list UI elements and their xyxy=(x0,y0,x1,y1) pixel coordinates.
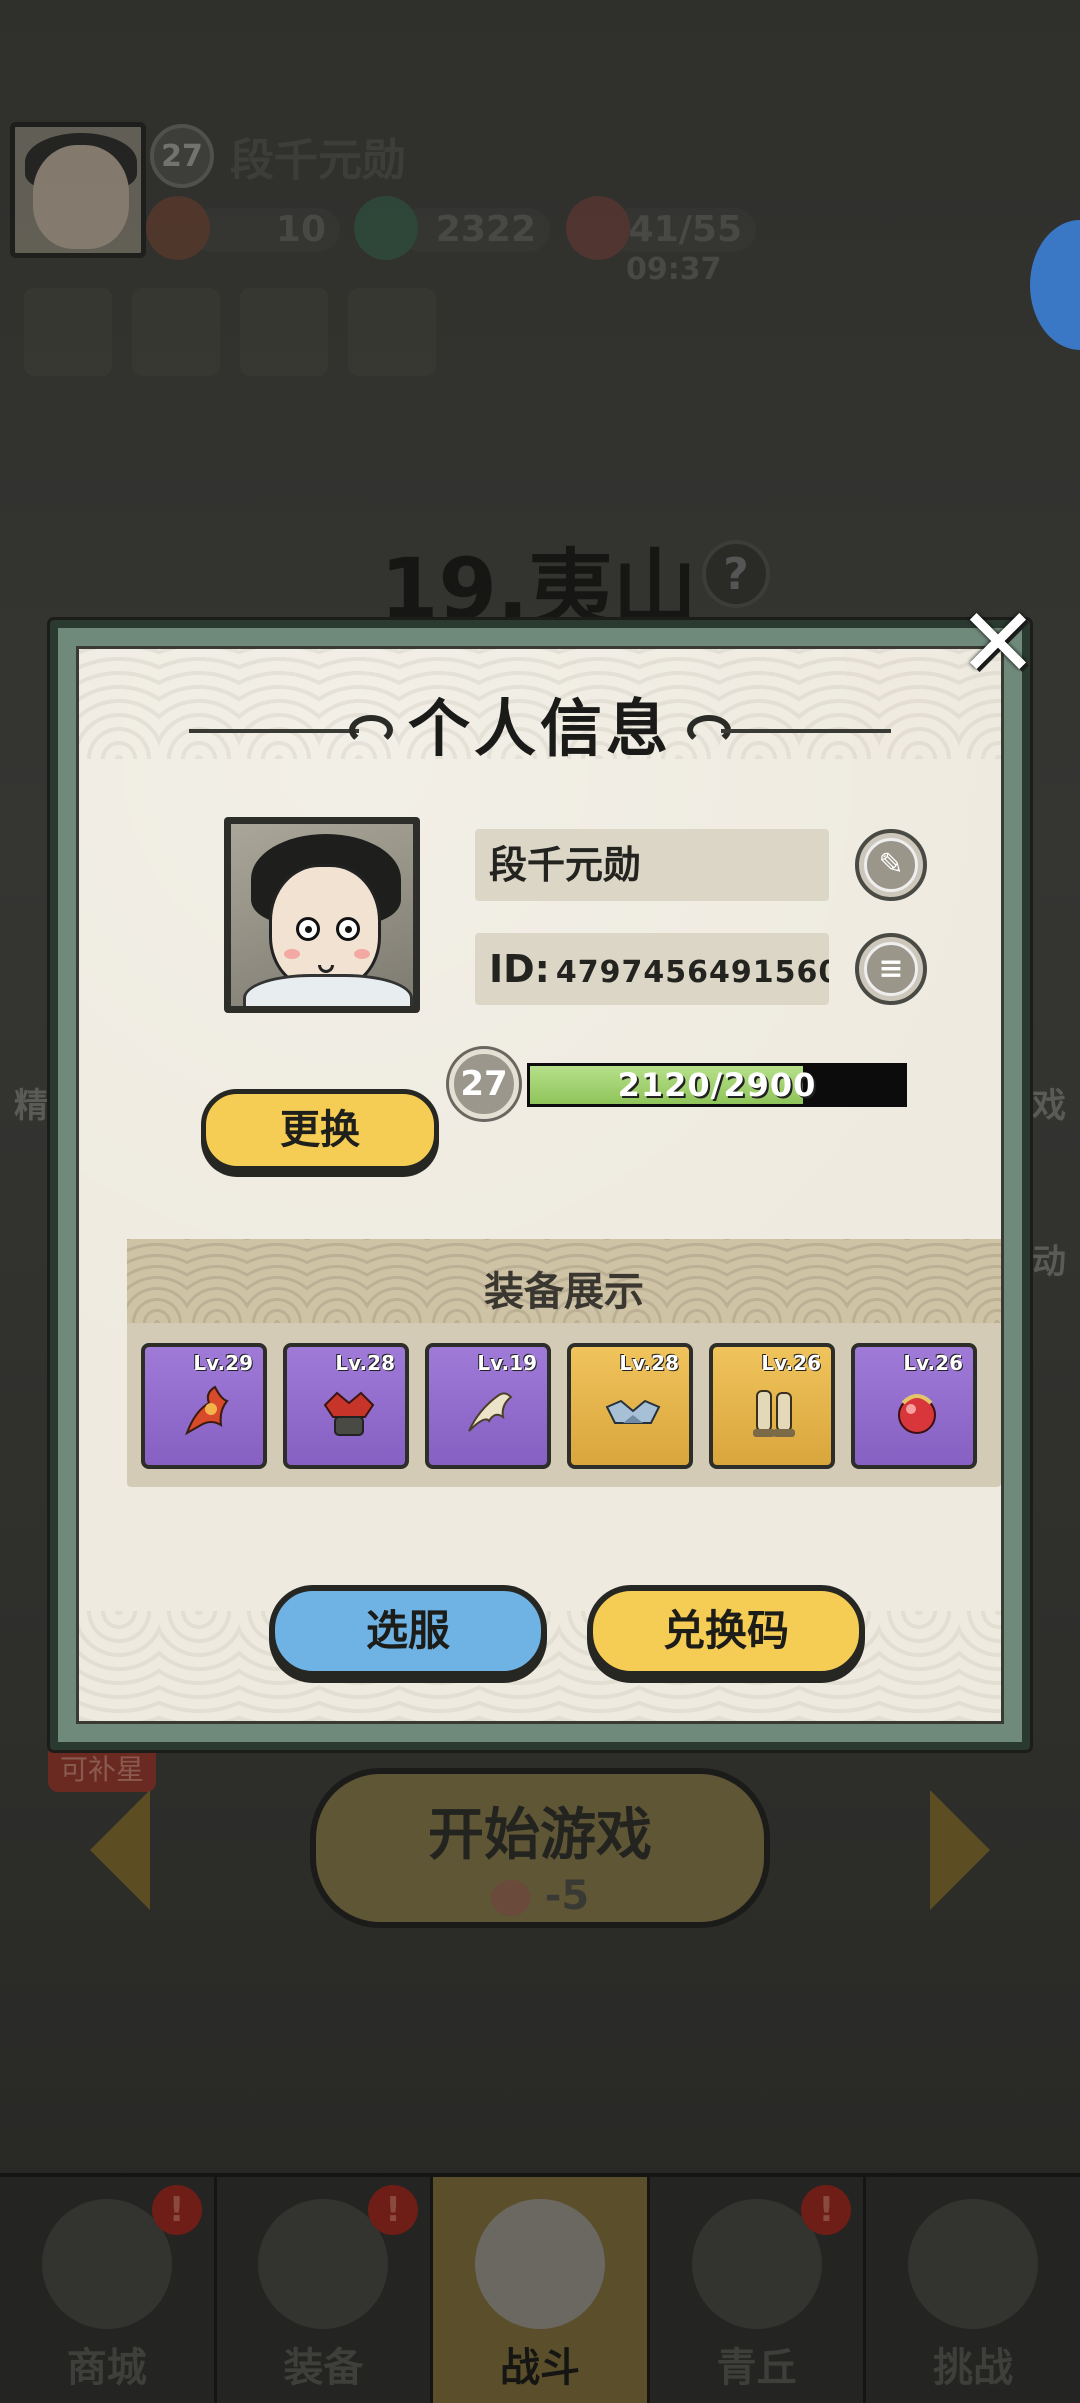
title-divider-right xyxy=(721,729,891,733)
nav-label-battle: 战斗 xyxy=(499,2345,580,2391)
stamina-timer: 09:37 xyxy=(626,252,722,287)
nav-item-battle[interactable]: 战斗 xyxy=(433,2177,650,2403)
copy-id-icon[interactable]: ≡ xyxy=(855,933,927,1005)
start-game-button[interactable]: 开始游戏 -5 xyxy=(310,1768,770,1928)
title-divider-left xyxy=(189,729,359,733)
brush-icon: ✎ xyxy=(864,838,918,892)
equipment-title: 装备展示 xyxy=(484,1269,644,1315)
resource-1-value: 10 xyxy=(190,208,340,252)
bottom-nav: 商城 ! 装备 ! 战斗 青丘 ! 挑战 xyxy=(0,2173,1080,2403)
id-label: ID: xyxy=(489,947,550,991)
equipment-slot-4[interactable]: Lv.28 xyxy=(567,1343,693,1469)
challenge-orb-icon xyxy=(908,2199,1039,2329)
next-stage-arrow[interactable] xyxy=(930,1790,990,1910)
stage-help-icon[interactable]: ? xyxy=(702,540,770,608)
equipment-level: Lv.19 xyxy=(477,1351,537,1375)
nav-label-challenge: 挑战 xyxy=(933,2345,1014,2391)
peach-cost-icon xyxy=(490,1880,531,1916)
nav-label-shop: 商城 xyxy=(66,2345,147,2391)
alert-badge: ! xyxy=(368,2185,419,2235)
equipment-level: Lv.28 xyxy=(619,1351,679,1375)
rename-brush-icon[interactable]: ✎ xyxy=(855,829,927,901)
start-game-cost: -5 xyxy=(316,1873,764,1919)
crimson-helmet-icon xyxy=(323,1391,375,1436)
player-name: 段千元勋 xyxy=(230,135,406,186)
nav-item-challenge[interactable]: 挑战 xyxy=(866,2177,1080,2403)
equipment-slot-1[interactable]: Lv.29 xyxy=(141,1343,267,1469)
nav-item-qingqiu[interactable]: 青丘 ! xyxy=(650,2177,867,2403)
profile-dialog: 个人信息 更换 段千元勋 ✎ ID:479745649156096 ≡ 27 xyxy=(50,595,1038,1750)
profile-level-badge: 27 xyxy=(449,1049,519,1119)
equipment-slot-6[interactable]: Lv.26 xyxy=(851,1343,977,1469)
profile-id-field: ID:479745649156096 xyxy=(475,933,829,1005)
equipment-level: Lv.29 xyxy=(193,1351,253,1375)
shop-icon xyxy=(41,2199,172,2329)
stamina-value: 41/55 xyxy=(610,208,756,252)
equipment-slot-3[interactable]: Lv.19 xyxy=(425,1343,551,1469)
profile-name-field: 段千元勋 xyxy=(475,829,829,901)
equipment-slot-2[interactable]: Lv.28 xyxy=(283,1343,409,1469)
peach-icon[interactable] xyxy=(566,196,630,260)
profile-portrait xyxy=(224,817,420,1013)
nav-item-equipment[interactable]: 装备 ! xyxy=(217,2177,434,2403)
ranking-button[interactable] xyxy=(132,288,220,376)
cards-button[interactable] xyxy=(24,288,112,376)
select-server-button[interactable]: 选服 xyxy=(269,1585,547,1677)
start-cost-value: -5 xyxy=(544,1873,590,1919)
dialog-header: 个人信息 xyxy=(79,689,1001,769)
close-icon[interactable]: ✕ xyxy=(950,595,1046,694)
experience-text: 2120/2900 xyxy=(617,1066,817,1104)
bone-boots-icon xyxy=(753,1390,795,1437)
friends-button[interactable] xyxy=(348,288,436,376)
nav-label-equipment: 装备 xyxy=(283,2345,364,2391)
settings-button[interactable] xyxy=(240,288,328,376)
equipment-slot-5[interactable]: Lv.26 xyxy=(709,1343,835,1469)
nav-label-qingqiu: 青丘 xyxy=(716,2345,797,2391)
equipment-header: 装备展示 xyxy=(127,1239,1001,1323)
equipment-row: Lv.29 Lv.28 Lv.19 Lv.28 Lv.26 Lv.26 xyxy=(141,1343,977,1469)
crossed-swords-icon xyxy=(474,2199,605,2329)
player-avatar[interactable] xyxy=(10,122,146,258)
clipboard-icon: ≡ xyxy=(864,942,918,996)
bone-claw-icon xyxy=(468,1392,513,1432)
side-event-button[interactable] xyxy=(1030,220,1080,350)
start-game-label: 开始游戏 xyxy=(428,1803,652,1868)
resource-2-value: 2322 xyxy=(400,208,550,252)
prev-stage-arrow[interactable] xyxy=(90,1790,150,1910)
equipment-level: Lv.26 xyxy=(903,1351,963,1375)
flame-weapon-icon xyxy=(185,1385,229,1436)
cloud-swirl-icon xyxy=(349,715,393,745)
refill-star-tag: 可补星 xyxy=(48,1744,157,1792)
side-label-left[interactable]: 精 xyxy=(14,1078,48,1127)
equipment-level: Lv.26 xyxy=(761,1351,821,1375)
side-label-right-2[interactable]: 动 xyxy=(1032,1234,1066,1283)
player-level-badge: 27 xyxy=(150,124,214,188)
change-avatar-button[interactable]: 更换 xyxy=(201,1089,439,1171)
equipment-level: Lv.28 xyxy=(335,1351,395,1375)
alert-badge: ! xyxy=(151,2185,202,2235)
red-orb-icon xyxy=(898,1394,936,1434)
equipment-showcase: 装备展示 Lv.29 Lv.28 Lv.19 Lv.28 Lv.26 Lv.26 xyxy=(127,1239,1001,1487)
experience-bar: 2120/2900 xyxy=(527,1063,907,1107)
scroll-icon[interactable] xyxy=(146,196,210,260)
redeem-code-button[interactable]: 兑换码 xyxy=(587,1585,865,1677)
steel-armor-icon xyxy=(605,1399,661,1424)
profile-dialog-body: 个人信息 更换 段千元勋 ✎ ID:479745649156096 ≡ 27 xyxy=(76,646,1004,1724)
nav-item-shop[interactable]: 商城 ! xyxy=(0,2177,217,2403)
id-value: 479745649156096 xyxy=(555,955,829,990)
alert-badge: ! xyxy=(801,2185,852,2235)
side-label-right[interactable]: 戏 xyxy=(1032,1078,1066,1127)
jade-dragon-icon[interactable] xyxy=(354,196,418,260)
